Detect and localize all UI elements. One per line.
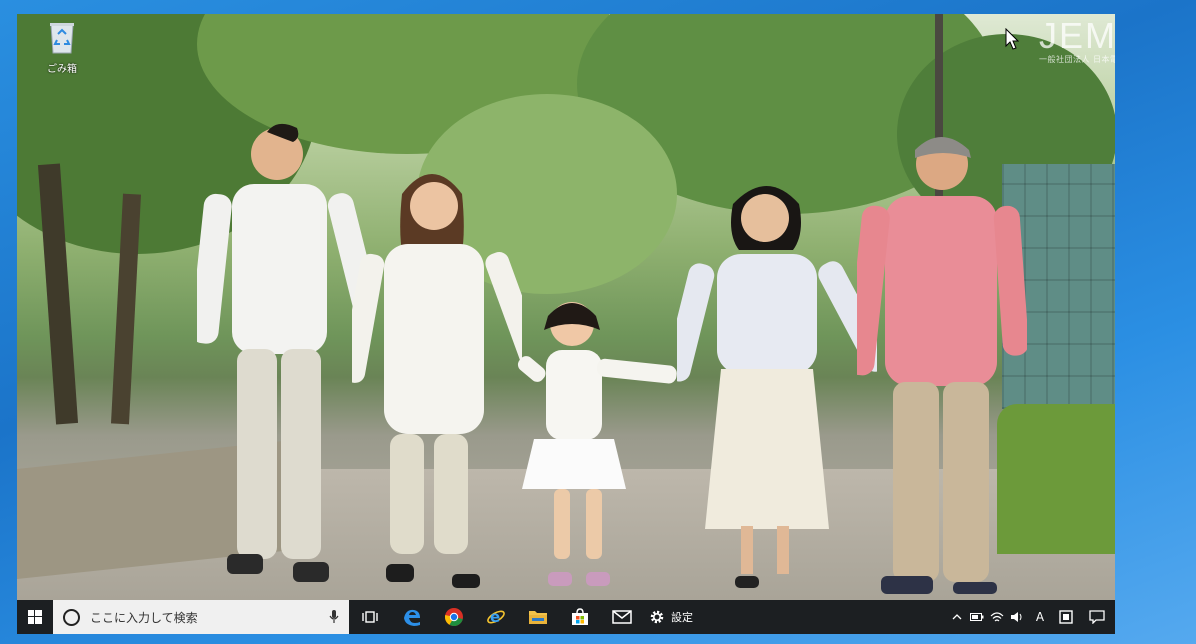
ime-pad-button[interactable] (1053, 600, 1079, 634)
start-button[interactable] (17, 600, 53, 634)
jemtc-watermark-logo: JEMTC 一般社団法人 日本電子機器補修協会 (1039, 16, 1115, 65)
svg-text:e: e (490, 608, 500, 626)
system-tray: A (947, 600, 1115, 634)
search-placeholder: ここに入力して検索 (90, 610, 198, 625)
ime-pad-icon (1059, 610, 1073, 624)
internet-explorer-icon: e (487, 608, 505, 626)
person-mother (352, 174, 522, 588)
store-taskbar-button[interactable] (559, 600, 601, 634)
settings-label: 設定 (671, 611, 693, 624)
battery-button[interactable] (967, 600, 987, 634)
task-view-icon (362, 611, 378, 623)
watermark-title: JEMTC (1039, 15, 1115, 56)
chrome-taskbar-button[interactable] (433, 600, 475, 634)
battery-icon (970, 613, 984, 621)
person-father (197, 123, 367, 582)
action-center-button[interactable] (1079, 600, 1115, 634)
file-explorer-taskbar-button[interactable] (517, 600, 559, 634)
person-grandmother (677, 186, 877, 588)
gear-icon (650, 610, 664, 624)
mail-icon (612, 610, 632, 624)
chevron-up-icon (952, 614, 962, 620)
file-explorer-icon (529, 611, 547, 624)
mouse-cursor-icon (1005, 28, 1019, 50)
edge-browser-icon (404, 609, 420, 626)
mail-taskbar-button[interactable] (601, 600, 643, 634)
ime-mode-label: A (1035, 610, 1045, 624)
recycle-bin-icon (50, 23, 74, 54)
wallpaper: JEMTC 一般社団法人 日本電子機器補修協会 (17, 14, 1115, 600)
store-icon (572, 608, 588, 625)
person-girl (517, 302, 677, 586)
edge-taskbar-button[interactable] (391, 600, 433, 634)
watermark-subtitle: 一般社団法人 日本電子機器補修協会 (1039, 55, 1115, 64)
wifi-icon (990, 612, 1004, 622)
recycle-bin-label: ごみ箱 (47, 64, 77, 75)
show-hidden-icons-button[interactable] (947, 600, 967, 634)
speaker-icon (1011, 612, 1022, 622)
microphone-icon[interactable] (329, 610, 339, 624)
ie-taskbar-button[interactable]: e (475, 600, 517, 634)
ime-mode-button[interactable]: A (1027, 600, 1053, 634)
taskbar: ここに入力して検索 e 設定 A (17, 600, 1115, 634)
windows-logo-icon (28, 610, 42, 624)
taskbar-search-box[interactable]: ここに入力して検索 (53, 600, 349, 634)
desktop-screen: JEMTC 一般社団法人 日本電子機器補修協会 ごみ箱 ここに入力して検索 (17, 14, 1115, 634)
network-button[interactable] (987, 600, 1007, 634)
notification-icon (1089, 610, 1105, 624)
volume-button[interactable] (1007, 600, 1027, 634)
task-view-button[interactable] (349, 600, 391, 634)
chrome-icon (444, 608, 463, 627)
search-circle-icon (63, 608, 80, 626)
settings-taskbar-button[interactable]: 設定 (643, 600, 699, 634)
recycle-bin-desktop-icon[interactable]: ごみ箱 (39, 20, 85, 75)
person-grandfather (857, 137, 1027, 594)
